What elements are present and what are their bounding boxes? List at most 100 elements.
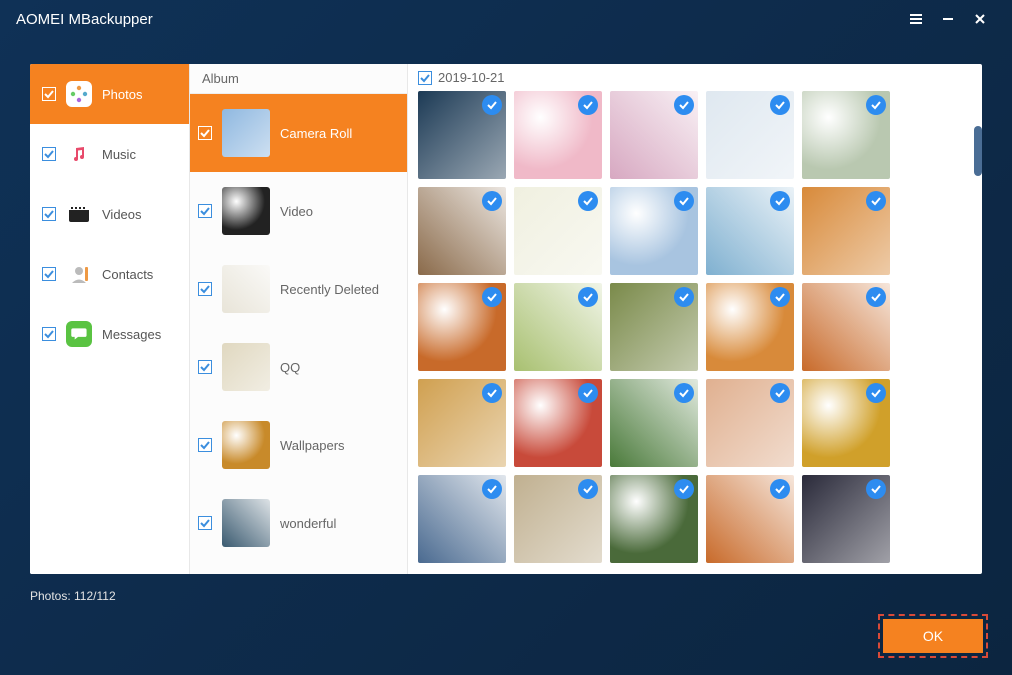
photos-icon: [66, 81, 92, 107]
photo-thumb[interactable]: [610, 91, 698, 179]
checkbox[interactable]: [42, 327, 56, 341]
check-icon: [200, 440, 210, 450]
selected-badge: [482, 479, 502, 499]
date-checkbox[interactable]: [418, 71, 432, 85]
check-icon: [44, 329, 54, 339]
sidebar-item-messages[interactable]: Messages: [30, 304, 189, 364]
checkbox[interactable]: [42, 267, 56, 281]
photo-thumb[interactable]: [514, 283, 602, 371]
check-icon: [870, 99, 882, 111]
checkbox[interactable]: [198, 204, 212, 218]
album-item[interactable]: Recently Deleted: [190, 250, 407, 328]
photo-thumb[interactable]: [418, 187, 506, 275]
photo-thumb[interactable]: [706, 187, 794, 275]
check-icon: [582, 195, 594, 207]
album-item[interactable]: Wallpapers: [190, 406, 407, 484]
selected-badge: [578, 191, 598, 211]
photo-row: [418, 91, 972, 179]
minimize-button[interactable]: [932, 3, 964, 35]
checkbox[interactable]: [198, 438, 212, 452]
checkbox[interactable]: [42, 87, 56, 101]
photo-thumb[interactable]: [610, 283, 698, 371]
photo-row: [418, 379, 972, 467]
check-icon: [582, 291, 594, 303]
photo-thumb[interactable]: [418, 91, 506, 179]
photo-thumb[interactable]: [802, 475, 890, 563]
checkbox[interactable]: [198, 516, 212, 530]
check-icon: [582, 387, 594, 399]
sidebar-item-label: Photos: [102, 87, 142, 102]
album-item[interactable]: Camera Roll: [190, 94, 407, 172]
selected-badge: [674, 287, 694, 307]
sidebar-item-videos[interactable]: Videos: [30, 184, 189, 244]
photo-thumb[interactable]: [514, 91, 602, 179]
ok-highlight: OK: [878, 614, 988, 658]
check-icon: [486, 483, 498, 495]
gallery-date-label: 2019-10-21: [438, 70, 505, 85]
titlebar: AOMEI MBackupper: [0, 0, 1012, 38]
photo-thumb[interactable]: [418, 379, 506, 467]
checkbox[interactable]: [42, 207, 56, 221]
album-item[interactable]: Video: [190, 172, 407, 250]
checkbox[interactable]: [198, 360, 212, 374]
photo-thumb[interactable]: [610, 379, 698, 467]
photo-thumb[interactable]: [802, 91, 890, 179]
photo-row: [418, 475, 972, 563]
sidebar-item-contacts[interactable]: Contacts: [30, 244, 189, 304]
photo-thumb[interactable]: [514, 379, 602, 467]
check-icon: [678, 99, 690, 111]
check-icon: [870, 195, 882, 207]
checkbox[interactable]: [198, 126, 212, 140]
sidebar-item-music[interactable]: Music: [30, 124, 189, 184]
photo-thumb[interactable]: [802, 379, 890, 467]
album-label: QQ: [280, 360, 300, 375]
check-icon: [200, 284, 210, 294]
gallery-date-header[interactable]: 2019-10-21: [408, 64, 982, 91]
music-icon: [66, 141, 92, 167]
album-list[interactable]: Camera Roll VideoRecently Deleted QQ Wallpa…: [190, 94, 407, 574]
check-icon: [44, 149, 54, 159]
list-view-button[interactable]: [900, 3, 932, 35]
app-window: AOMEI MBackupper Photos Music Videos Contac…: [0, 0, 1012, 675]
selected-badge: [770, 479, 790, 499]
checkbox[interactable]: [42, 147, 56, 161]
photo-thumb[interactable]: [706, 379, 794, 467]
photo-thumb[interactable]: [418, 283, 506, 371]
check-icon: [486, 99, 498, 111]
check-icon: [774, 195, 786, 207]
scrollbar-thumb[interactable]: [974, 126, 982, 176]
photo-thumb[interactable]: [514, 187, 602, 275]
album-header: Album: [190, 64, 407, 94]
album-item[interactable]: QQ: [190, 328, 407, 406]
photo-thumb[interactable]: [418, 475, 506, 563]
album-thumbnail: [222, 187, 270, 235]
album-item[interactable]: wonderful: [190, 484, 407, 562]
photo-thumb[interactable]: [706, 283, 794, 371]
photo-thumb[interactable]: [802, 187, 890, 275]
photo-thumb[interactable]: [802, 283, 890, 371]
photo-row: [418, 187, 972, 275]
check-icon: [678, 195, 690, 207]
sidebar-item-photos[interactable]: Photos: [30, 64, 189, 124]
photo-thumb[interactable]: [706, 91, 794, 179]
check-icon: [678, 387, 690, 399]
checkbox[interactable]: [198, 282, 212, 296]
photo-thumb[interactable]: [610, 475, 698, 563]
photo-thumb[interactable]: [610, 187, 698, 275]
photo-thumb[interactable]: [706, 475, 794, 563]
ok-button[interactable]: OK: [883, 619, 983, 653]
check-icon: [44, 269, 54, 279]
photo-thumb[interactable]: [514, 475, 602, 563]
close-button[interactable]: [964, 3, 996, 35]
check-icon: [200, 128, 210, 138]
check-icon: [774, 99, 786, 111]
album-label: Camera Roll: [280, 126, 352, 141]
album-label: wonderful: [280, 516, 336, 531]
sidebar-item-label: Videos: [102, 207, 142, 222]
content-area: PhotosMusicVideosContactsMessages Album …: [30, 64, 982, 574]
selected-badge: [578, 95, 598, 115]
photo-grid[interactable]: [408, 91, 982, 574]
selected-badge: [770, 287, 790, 307]
check-icon: [870, 483, 882, 495]
check-icon: [486, 291, 498, 303]
